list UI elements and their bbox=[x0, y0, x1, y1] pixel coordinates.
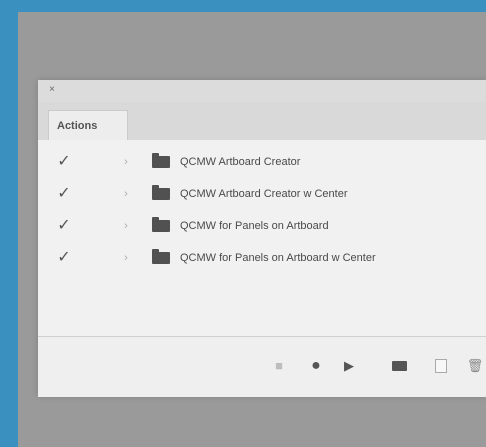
folder-icon bbox=[152, 153, 170, 168]
new-folder-icon[interactable] bbox=[390, 357, 408, 375]
panel-titlebar[interactable]: × bbox=[38, 80, 486, 103]
action-set-label: QCMW for Panels on Artboard bbox=[180, 220, 329, 232]
checkmark-icon[interactable]: ✓ bbox=[56, 250, 72, 266]
list-item[interactable]: ✓ › QCMW for Panels on Artboard w Center bbox=[38, 242, 486, 276]
list-item[interactable]: ✓ › QCMW for Panels on Artboard bbox=[38, 210, 486, 244]
panel-tabs: Actions bbox=[38, 102, 486, 141]
action-set-label: QCMW for Panels on Artboard w Center bbox=[180, 252, 376, 264]
folder-icon bbox=[152, 185, 170, 200]
folder-icon bbox=[152, 249, 170, 264]
stop-icon[interactable]: ■ bbox=[270, 357, 288, 375]
checkmark-icon[interactable]: ✓ bbox=[56, 186, 72, 202]
folder-icon bbox=[152, 217, 170, 232]
checkmark-icon[interactable]: ✓ bbox=[56, 154, 72, 170]
record-icon[interactable]: ● bbox=[307, 357, 325, 375]
chevron-right-icon[interactable]: › bbox=[120, 219, 132, 233]
chevron-right-icon[interactable]: › bbox=[120, 187, 132, 201]
list-item[interactable]: ✓ › QCMW Artboard Creator w Center bbox=[38, 178, 486, 212]
actions-panel: × Actions ✓ › QCMW Artboard Creator ✓ › … bbox=[38, 80, 486, 397]
chevron-right-icon[interactable]: › bbox=[120, 251, 132, 265]
play-icon[interactable]: ▶ bbox=[340, 357, 358, 375]
action-set-label: QCMW Artboard Creator w Center bbox=[180, 188, 348, 200]
tab-actions[interactable]: Actions bbox=[48, 110, 128, 140]
new-action-icon[interactable] bbox=[432, 357, 450, 375]
checkmark-icon[interactable]: ✓ bbox=[56, 218, 72, 234]
panel-footer-toolbar: ■ ● ▶ 🗑 bbox=[38, 336, 486, 397]
action-set-label: QCMW Artboard Creator bbox=[180, 156, 301, 168]
trash-icon[interactable]: 🗑 bbox=[466, 357, 484, 375]
list-item[interactable]: ✓ › QCMW Artboard Creator bbox=[38, 146, 486, 180]
chevron-right-icon[interactable]: › bbox=[120, 155, 132, 169]
actions-list: ✓ › QCMW Artboard Creator ✓ › QCMW Artbo… bbox=[38, 140, 486, 336]
close-icon[interactable]: × bbox=[46, 84, 58, 96]
